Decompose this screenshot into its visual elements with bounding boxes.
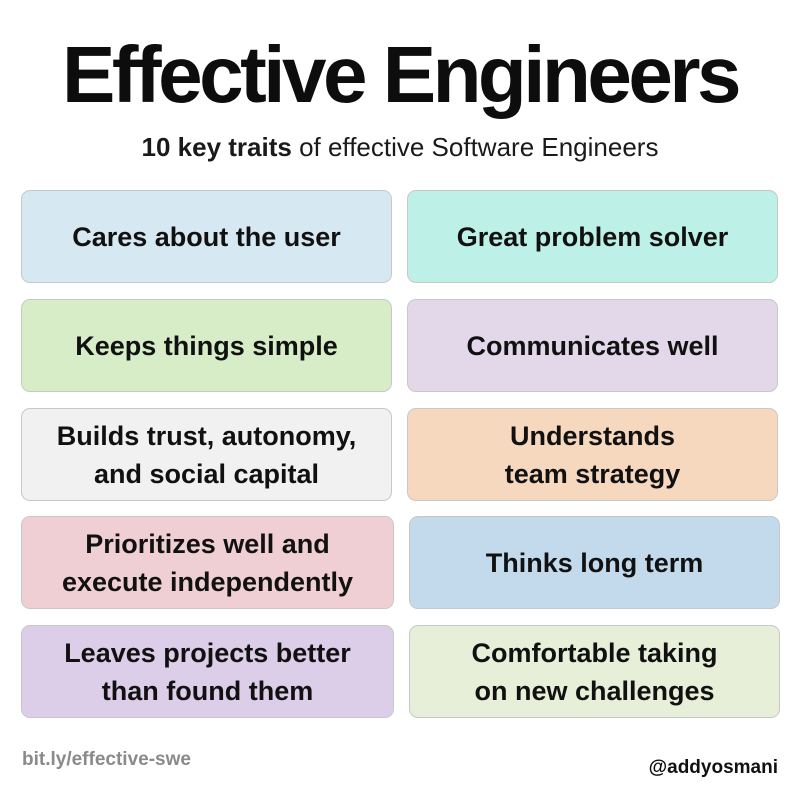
trait-card-leaves-projects: Leaves projects better than found them	[21, 625, 394, 718]
author-handle: @addyosmani	[648, 757, 778, 778]
page-subtitle: 10 key traits of effective Software Engi…	[0, 130, 800, 164]
trait-card-problem-solver: Great problem solver	[407, 190, 778, 283]
page-title: Effective Engineers	[62, 30, 742, 119]
trait-card-cares-about-user: Cares about the user	[21, 190, 392, 283]
trait-card-new-challenges: Comfortable taking on new challenges	[409, 625, 780, 718]
trait-card-communicates: Communicates well	[407, 299, 778, 392]
trait-card-keeps-simple: Keeps things simple	[21, 299, 392, 392]
subtitle-text: of effective Software Engineers	[291, 132, 659, 162]
trait-card-long-term: Thinks long term	[409, 516, 780, 609]
trait-card-team-strategy: Understands team strategy	[407, 408, 778, 501]
subtitle-emphasis: 10 key traits	[141, 132, 292, 162]
trait-card-builds-trust: Builds trust, autonomy, and social capit…	[21, 408, 392, 501]
trait-card-prioritizes: Prioritizes well and execute independent…	[21, 516, 394, 609]
footer-link[interactable]: bit.ly/effective-swe	[22, 749, 191, 771]
